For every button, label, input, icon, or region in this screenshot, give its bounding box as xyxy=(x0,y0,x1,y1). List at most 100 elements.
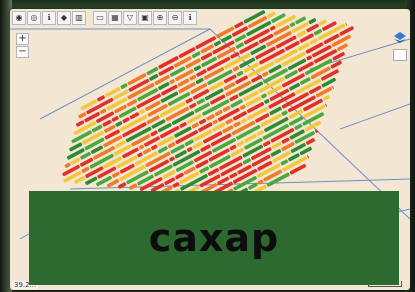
yield-segment xyxy=(232,66,240,72)
yield-segment xyxy=(305,138,316,145)
yield-segment xyxy=(189,74,197,81)
yield-segment xyxy=(214,40,222,47)
yield-segment xyxy=(262,71,269,77)
zoom-out-icon[interactable]: ⊖ xyxy=(168,11,182,25)
map-toolbar: ◉ ◎ ℹ ◆ ▥ ▭ ▦ ▽ ▣ ⊕ ⊖ ℹ xyxy=(12,11,197,25)
chart-icon[interactable]: ▥ xyxy=(72,11,86,25)
zoom-in-button[interactable]: + xyxy=(16,33,29,45)
yield-segment xyxy=(129,112,140,120)
yield-segment xyxy=(229,94,239,102)
yield-segment xyxy=(195,77,204,85)
yield-segment xyxy=(206,114,215,121)
yield-segment xyxy=(307,155,310,159)
yield-segment xyxy=(294,123,303,130)
yield-segment xyxy=(75,120,85,127)
zoom-in-icon[interactable]: ⊕ xyxy=(153,11,167,25)
picture-icon[interactable]: ▣ xyxy=(138,11,152,25)
yield-segment xyxy=(214,109,223,117)
yield-segment xyxy=(186,147,193,152)
yield-segment xyxy=(318,19,327,26)
yield-segment xyxy=(150,130,158,137)
yield-segment xyxy=(97,95,106,102)
yield-segment xyxy=(331,85,334,90)
yield-segment xyxy=(281,110,288,116)
yield-segment xyxy=(126,99,138,107)
yield-segment xyxy=(111,116,119,122)
yield-segment xyxy=(137,152,143,158)
info-icon[interactable]: ℹ xyxy=(42,11,56,25)
yield-segment xyxy=(102,119,112,127)
yield-segment xyxy=(222,105,231,112)
caption-text: сахар xyxy=(148,216,280,260)
zoom-controls: + − xyxy=(16,33,30,58)
yield-segment xyxy=(239,104,246,110)
layers-icon[interactable] xyxy=(393,31,407,45)
yield-segment xyxy=(233,121,241,128)
yield-segment xyxy=(246,106,269,121)
yield-segment xyxy=(306,55,313,61)
info-icon[interactable]: ℹ xyxy=(183,11,197,25)
measure-icon[interactable]: ▭ xyxy=(93,11,107,25)
field-boundary-line xyxy=(339,103,410,130)
yield-segment xyxy=(309,38,318,45)
yield-segment xyxy=(179,122,187,128)
pan-arrows-icon[interactable]: ◆ xyxy=(57,11,71,25)
zoom-out-button[interactable]: − xyxy=(16,46,29,58)
layer-switch-button[interactable] xyxy=(393,49,407,61)
yield-segment xyxy=(281,137,290,144)
yield-segment xyxy=(150,144,158,151)
yield-segment xyxy=(267,11,276,19)
yield-segment xyxy=(64,162,71,168)
yield-segment xyxy=(271,141,282,150)
yield-segment xyxy=(280,159,289,166)
yield-segment xyxy=(169,79,176,84)
yield-segment xyxy=(216,26,235,39)
yield-segment xyxy=(229,144,237,151)
yield-segment xyxy=(325,103,328,107)
globe-icon[interactable]: ◉ xyxy=(12,11,26,25)
yield-segment xyxy=(81,166,90,173)
grid-icon[interactable]: ▦ xyxy=(108,11,122,25)
yield-segment xyxy=(269,25,276,31)
yield-segment xyxy=(139,109,146,115)
yield-segment xyxy=(243,10,266,24)
yield-segment xyxy=(315,129,319,133)
yield-segment xyxy=(234,21,244,29)
yield-segment xyxy=(172,182,180,188)
yield-segment xyxy=(191,122,199,129)
yield-segment xyxy=(313,29,323,36)
yield-segment xyxy=(111,171,120,178)
yield-segment xyxy=(308,18,317,25)
yield-segment xyxy=(289,22,296,28)
yield-segment xyxy=(323,95,330,101)
yield-segment xyxy=(242,158,251,165)
yield-segment xyxy=(78,112,87,119)
caption-overlay: сахар xyxy=(29,191,399,285)
yield-segment xyxy=(184,139,194,147)
yield-segment xyxy=(261,93,267,99)
yield-segment xyxy=(115,121,123,127)
yield-segment xyxy=(189,102,197,109)
yield-segment xyxy=(199,166,210,174)
yield-segment xyxy=(167,142,176,149)
yield-segment xyxy=(191,51,201,59)
yield-segment xyxy=(209,154,231,169)
yield-segment xyxy=(169,156,175,162)
target-icon[interactable]: ◎ xyxy=(27,11,41,25)
yield-segment xyxy=(128,183,138,190)
yield-segment xyxy=(138,144,145,150)
yield-segment xyxy=(256,130,264,136)
yield-segment xyxy=(236,140,245,147)
yield-segment xyxy=(142,148,151,155)
yield-segment xyxy=(175,172,184,180)
yield-segment xyxy=(193,65,202,72)
yield-segment xyxy=(257,179,264,185)
filter-icon[interactable]: ▽ xyxy=(123,11,137,25)
yield-segment xyxy=(212,119,218,125)
yield-segment xyxy=(70,157,81,165)
yield-segment xyxy=(199,118,207,125)
yield-segment xyxy=(122,117,130,124)
yield-segment xyxy=(236,70,244,77)
yield-segment xyxy=(225,118,233,125)
yield-segment xyxy=(263,140,271,147)
